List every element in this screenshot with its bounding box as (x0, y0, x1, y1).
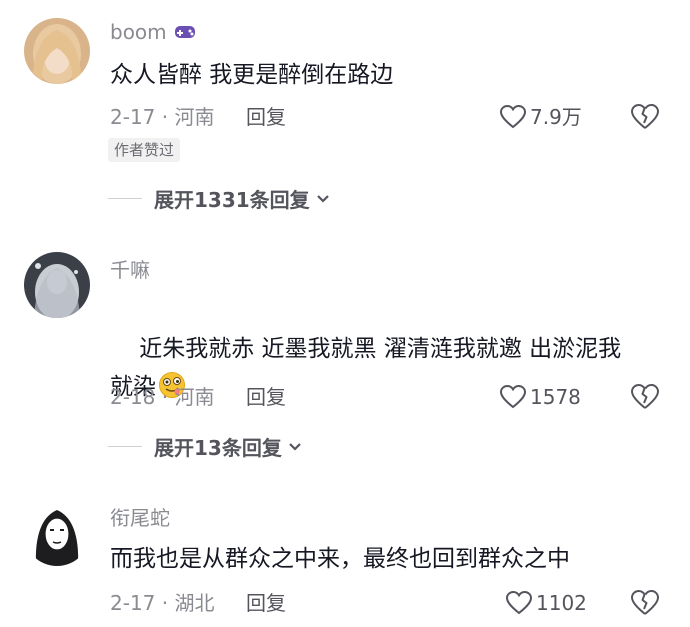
chevron-down-icon (289, 442, 301, 451)
expand-replies-label[interactable]: 展开13条回复 (154, 432, 282, 461)
avatar[interactable] (24, 252, 90, 318)
like-count: 1578 (530, 385, 581, 409)
avatar[interactable] (24, 18, 90, 84)
reply-button[interactable]: 回复 (246, 384, 286, 410)
author-liked-badge: 作者赞过 (108, 138, 181, 162)
date-location: 2-17 · 湖北 (110, 591, 215, 615)
reply-button[interactable]: 回复 (246, 590, 286, 616)
comment-item: boom 众人皆醉 我更是醉倒在路边 2-17 · 河南 回复 7.9万 作者赞… (0, 0, 690, 230)
username[interactable]: 千嘛 (110, 258, 150, 282)
heart-icon (500, 105, 526, 129)
username[interactable]: boom (110, 20, 197, 44)
expand-replies[interactable]: 展开1331条回复 (108, 184, 330, 213)
date-location: 2-17 · 河南 (110, 105, 215, 129)
game-controller-icon (175, 26, 196, 38)
broken-heart-icon (631, 104, 659, 129)
avatar[interactable] (24, 500, 90, 566)
heart-icon (506, 591, 532, 615)
comment-text: 近朱我就赤 近墨我就黑 濯清涟我就邀 出淤泥我 就染 (110, 336, 622, 400)
dislike-button[interactable] (631, 384, 659, 414)
broken-heart-icon (631, 590, 659, 615)
comment-text: 而我也是从群众之中来，最终也回到群众之中 (110, 546, 570, 572)
divider (108, 198, 142, 199)
like-button[interactable]: 1578 (500, 384, 581, 410)
heart-icon (500, 385, 526, 409)
like-count: 7.9万 (530, 105, 582, 129)
like-button[interactable]: 7.9万 (500, 104, 582, 130)
broken-heart-icon (631, 384, 659, 409)
dislike-button[interactable] (631, 104, 659, 134)
like-count: 1102 (536, 591, 587, 615)
username[interactable]: 衔尾蛇 (110, 506, 170, 530)
like-button[interactable]: 1102 (506, 590, 587, 616)
expand-replies[interactable]: 展开13条回复 (108, 432, 302, 461)
dislike-button[interactable] (631, 590, 659, 620)
chevron-down-icon (316, 194, 329, 203)
expand-replies-label[interactable]: 展开1331条回复 (154, 184, 310, 213)
divider (108, 446, 142, 447)
comment-text: 众人皆醉 我更是醉倒在路边 (110, 62, 394, 88)
date-location: 2-18 · 河南 (110, 385, 215, 409)
reply-button[interactable]: 回复 (246, 104, 286, 130)
